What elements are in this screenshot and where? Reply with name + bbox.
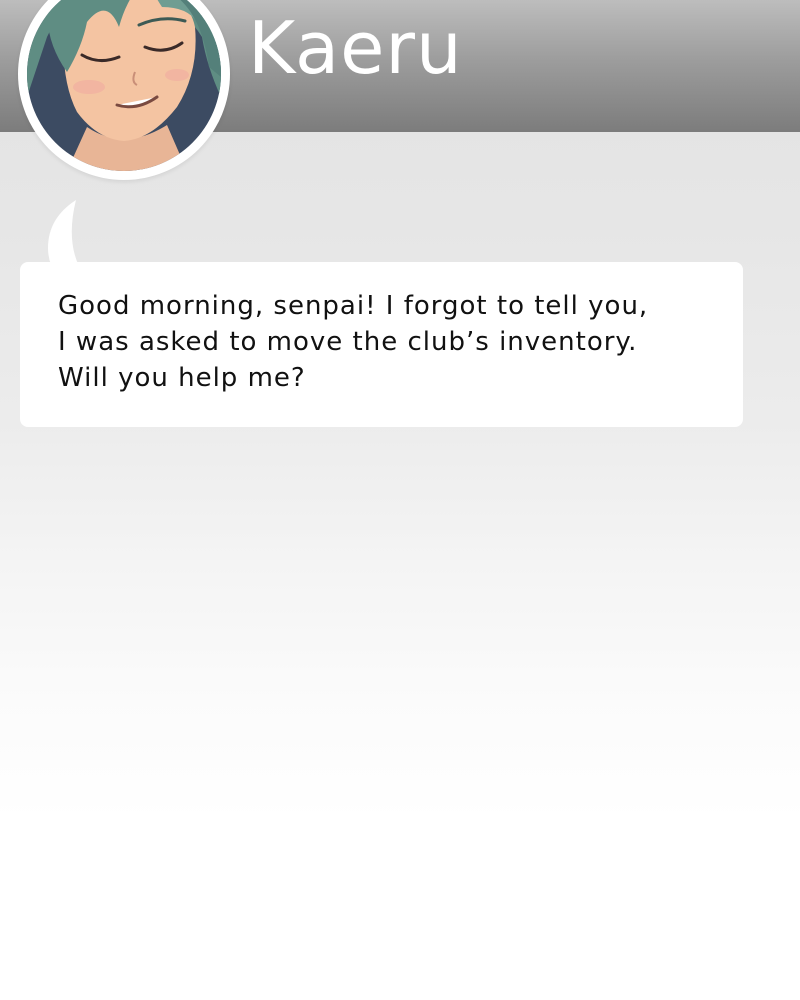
speaker-name: Kaeru <box>248 6 463 90</box>
dialog-line: Will you help me? <box>58 363 306 393</box>
dialog-line: Good morning, senpai! I forgot to tell y… <box>58 291 649 321</box>
dialog-text: Good morning, senpai! I forgot to tell y… <box>58 288 728 396</box>
dialog-box[interactable]: Good morning, senpai! I forgot to tell y… <box>20 262 743 427</box>
dialog-line: I was asked to move the club’s inventory… <box>58 327 638 357</box>
